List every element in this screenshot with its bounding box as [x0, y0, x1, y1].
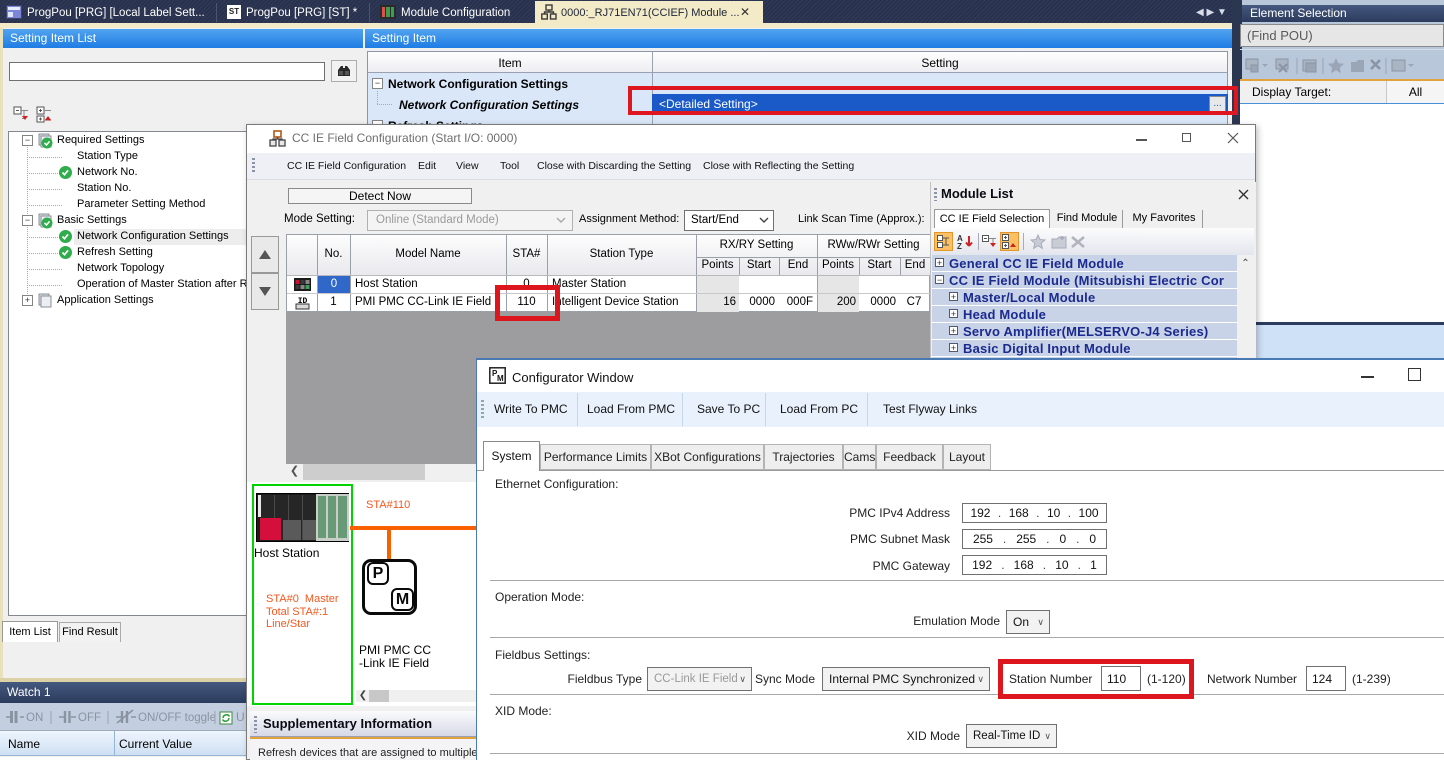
- svg-text:OFF: OFF: [78, 712, 101, 724]
- svg-text:ON: ON: [26, 712, 43, 724]
- svg-text:Z: Z: [957, 242, 962, 250]
- svg-text:U: U: [236, 710, 245, 724]
- svg-text:M: M: [497, 374, 504, 383]
- svg-text:ON/OFF toggle: ON/OFF toggle: [138, 712, 216, 724]
